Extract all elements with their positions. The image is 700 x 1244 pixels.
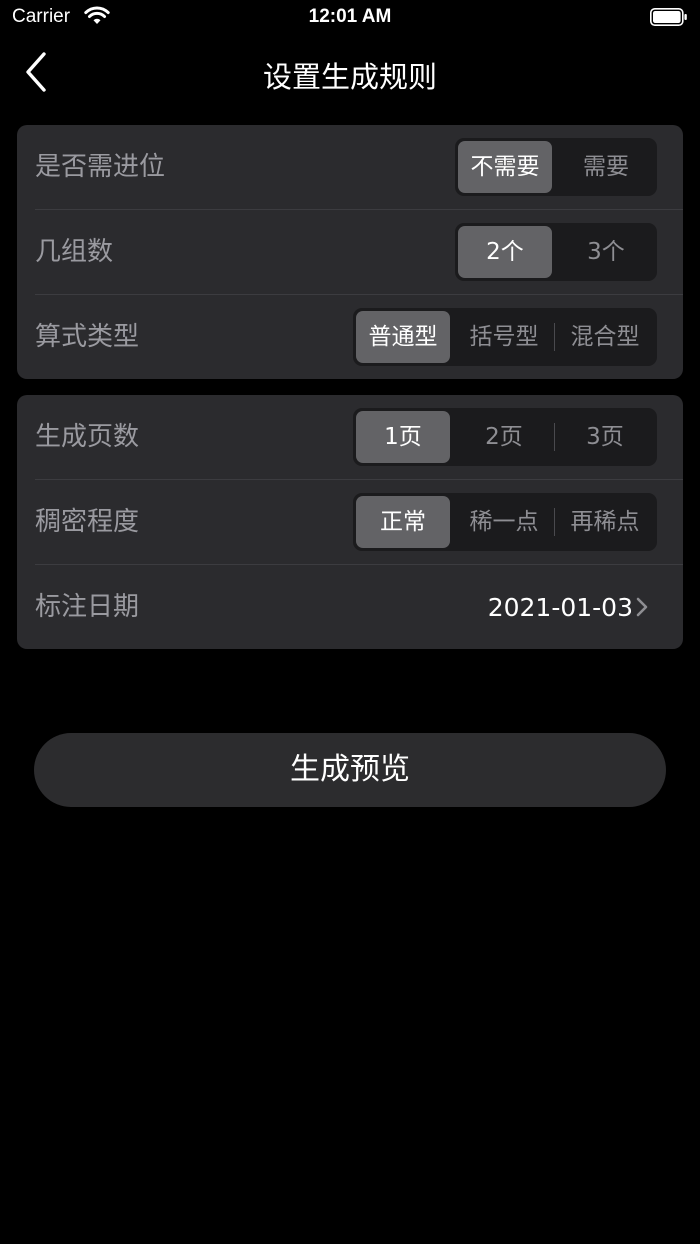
segment-separator	[554, 423, 555, 451]
density-option-normal[interactable]: 正常	[356, 496, 450, 548]
date-label: 标注日期	[35, 592, 140, 622]
segment-separator	[554, 508, 555, 536]
groups-segmented-control: 2个 3个	[455, 223, 657, 281]
row-groups: 几组数 2个 3个	[17, 210, 683, 295]
formula-option-mixed[interactable]: 混合型	[556, 311, 654, 363]
pages-option-3[interactable]: 3页	[556, 411, 654, 463]
carry-segmented-control: 不需要 需要	[455, 138, 657, 196]
carry-option-yes[interactable]: 需要	[558, 141, 654, 193]
pages-option-2[interactable]: 2页	[455, 411, 553, 463]
density-option-sparser[interactable]: 稀一点	[455, 496, 553, 548]
page-title: 设置生成规则	[262, 60, 437, 94]
density-label: 稠密程度	[35, 507, 140, 537]
carry-label: 是否需进位	[35, 152, 166, 182]
row-pages: 生成页数 1页 2页 3页	[17, 395, 683, 480]
generate-preview-button[interactable]: 生成预览	[34, 733, 666, 807]
pages-segmented-control: 1页 2页 3页	[353, 408, 657, 466]
groups-option-3[interactable]: 3个	[558, 226, 654, 278]
formula-type-segmented-control: 普通型 括号型 混合型	[353, 308, 657, 366]
chevron-right-icon	[636, 597, 648, 617]
groups-label: 几组数	[35, 237, 114, 267]
row-carry: 是否需进位 不需要 需要	[17, 125, 683, 210]
date-value: 2021-01-03	[487, 593, 633, 622]
status-time: 12:01 AM	[308, 6, 392, 27]
row-density: 稠密程度 正常 稀一点 再稀点	[17, 480, 683, 565]
formula-option-bracket[interactable]: 括号型	[455, 311, 553, 363]
pages-option-1[interactable]: 1页	[356, 411, 450, 463]
row-date[interactable]: 标注日期 2021-01-03	[17, 565, 683, 650]
settings-card-output: 生成页数 1页 2页 3页 稠密程度 正常 稀一点 再稀点 标注日期 2021-…	[17, 395, 683, 649]
navigation-bar: 设置生成规则	[0, 40, 700, 104]
groups-option-2[interactable]: 2个	[458, 226, 552, 278]
density-segmented-control: 正常 稀一点 再稀点	[353, 493, 657, 551]
battery-icon	[650, 8, 687, 26]
segment-separator	[554, 323, 555, 351]
formula-option-normal[interactable]: 普通型	[356, 311, 450, 363]
carry-option-no[interactable]: 不需要	[458, 141, 552, 193]
pages-label: 生成页数	[35, 422, 140, 452]
status-bar: Carrier 12:01 AM	[0, 0, 700, 36]
row-formula-type: 算式类型 普通型 括号型 混合型	[17, 295, 683, 380]
formula-type-label: 算式类型	[35, 322, 140, 352]
settings-card-rules: 是否需进位 不需要 需要 几组数 2个 3个 算式类型 普通型 括号型 混合型	[17, 125, 683, 379]
density-option-sparsest[interactable]: 再稀点	[556, 496, 654, 548]
